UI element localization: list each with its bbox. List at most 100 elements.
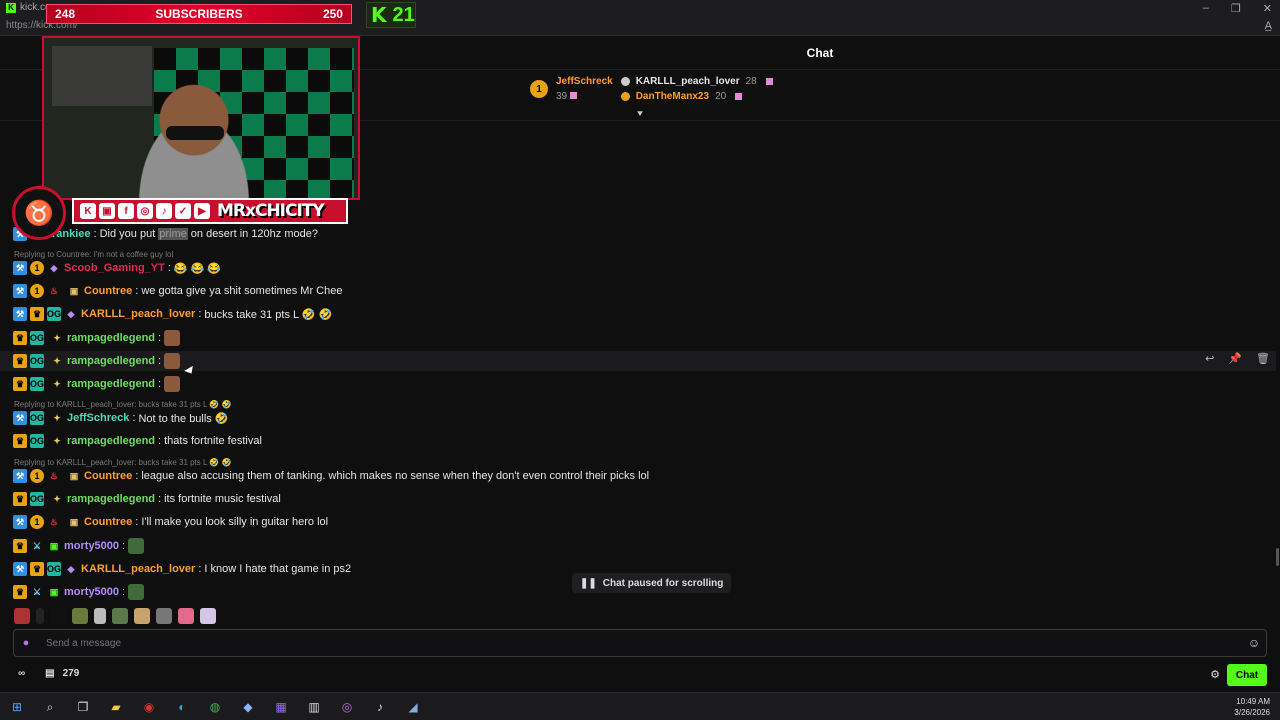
gift-badge-icon: ✦ bbox=[53, 493, 61, 504]
gift-badge-icon: ✦ bbox=[53, 332, 61, 343]
username[interactable]: morty5000 bbox=[64, 540, 119, 552]
windows-start-icon[interactable]: ⊞ bbox=[6, 697, 28, 717]
task-view-icon[interactable]: ❐ bbox=[72, 697, 94, 717]
gem-badge-icon: ◆ bbox=[50, 262, 58, 273]
message-input[interactable] bbox=[38, 637, 1242, 649]
username[interactable]: JeffSchreck bbox=[67, 412, 129, 424]
twitch-icon: ▣ bbox=[99, 203, 115, 219]
emote-icon[interactable] bbox=[200, 608, 216, 624]
emote-icon[interactable] bbox=[156, 608, 172, 624]
send-chat-button[interactable]: Chat bbox=[1227, 664, 1267, 686]
tiktok-taskbar-icon[interactable]: ♪ bbox=[369, 697, 391, 717]
search-icon[interactable]: ⌕ bbox=[39, 697, 61, 717]
viewer-count-group[interactable]: ▤ 279 bbox=[45, 668, 79, 679]
emote-icon[interactable] bbox=[128, 538, 145, 554]
emote-icon[interactable] bbox=[164, 353, 181, 369]
chat-paused-banner[interactable]: ❚❚ Chat paused for scrolling bbox=[572, 573, 732, 593]
username[interactable]: Countree bbox=[84, 285, 132, 297]
leader-top-count: 39 bbox=[556, 91, 568, 102]
username[interactable]: morty5000 bbox=[64, 586, 119, 598]
message-text: its fortnite music festival bbox=[164, 493, 281, 505]
emote-icon[interactable] bbox=[134, 608, 150, 624]
gift-badge-icon: ▣ bbox=[49, 586, 59, 597]
og-badge-icon: OG bbox=[30, 434, 45, 448]
delete-icon[interactable]: 🗑 bbox=[1256, 352, 1270, 365]
voice-icon[interactable]: ● bbox=[14, 637, 38, 649]
emote-icon[interactable] bbox=[72, 608, 88, 624]
kick-counter: K 21 bbox=[366, 2, 416, 28]
og-badge-icon: OG bbox=[30, 354, 45, 368]
subs-goal: 250 bbox=[322, 7, 343, 21]
username[interactable]: KARLLL_peach_lover bbox=[81, 308, 195, 320]
username[interactable]: KARLLL_peach_lover bbox=[81, 563, 195, 575]
app-icon[interactable]: ◢ bbox=[402, 697, 424, 717]
gift-badge-icon: ▣ bbox=[69, 285, 79, 296]
fire-badge-icon: ♨ bbox=[49, 285, 59, 296]
chat-message: ⚒ ♛ OG ◆ KARLLL_peach_lover: bucks take … bbox=[13, 304, 332, 324]
facebook-icon: f bbox=[118, 203, 134, 219]
app-icon[interactable]: ▥ bbox=[303, 697, 325, 717]
close-icon[interactable]: ✕ bbox=[1263, 2, 1272, 15]
leader-third-name[interactable]: DanTheManx23 bbox=[636, 91, 709, 102]
chat-message: ⚒ 1 ♨ ▣ Countree: I'll make you look sil… bbox=[13, 512, 328, 532]
username[interactable]: rampagedlegend bbox=[67, 332, 155, 344]
fire-badge-icon: ♨ bbox=[49, 516, 59, 527]
pin-icon[interactable]: 📌 bbox=[1228, 352, 1242, 365]
emote-icon[interactable] bbox=[36, 608, 44, 624]
emoji-picker-icon[interactable]: ☺ bbox=[1242, 636, 1266, 650]
restore-icon[interactable]: ❐ bbox=[1231, 2, 1241, 15]
scrollbar-thumb[interactable] bbox=[1276, 548, 1279, 566]
emote-icon[interactable] bbox=[14, 608, 30, 624]
username[interactable]: Countree bbox=[84, 516, 132, 528]
moderator-badge-icon: ⚒ bbox=[13, 261, 27, 275]
gift-badge-icon: ✦ bbox=[53, 355, 61, 366]
gift-badge-icon: ▣ bbox=[69, 470, 79, 481]
chat-message: ⚒ OG ✦ JeffSchreck: Not to the bulls 🤣 bbox=[13, 408, 229, 428]
sword-badge-icon: ⚔ bbox=[32, 586, 42, 597]
message-text: on desert in 120hz mode? bbox=[190, 228, 318, 240]
gift-icon bbox=[570, 92, 578, 99]
windows-taskbar: ⊞ ⌕ ❐ ▰ ◉ ◐ ◍ ◆ ▦ ▥ ◎ ♪ ◢ 10:49 AM 3/26/… bbox=[0, 692, 1280, 720]
emote-icon[interactable] bbox=[164, 330, 181, 346]
app-icon[interactable]: ◉ bbox=[138, 697, 160, 717]
app-icon[interactable]: ◆ bbox=[237, 697, 259, 717]
emote-icon[interactable] bbox=[164, 376, 181, 392]
reply-icon[interactable]: ↩ bbox=[1205, 352, 1214, 365]
subs-label: SUBSCRIBERS bbox=[155, 7, 243, 21]
emote-icon[interactable] bbox=[178, 608, 194, 624]
obs-icon[interactable]: ◎ bbox=[336, 697, 358, 717]
og-badge-icon: OG bbox=[47, 562, 62, 576]
edge-icon[interactable]: ◐ bbox=[171, 697, 193, 717]
crown-badge-icon: ♛ bbox=[13, 585, 27, 599]
moderator-badge-icon: ⚒ bbox=[13, 469, 27, 483]
rank-badge: 1 bbox=[530, 80, 548, 98]
og-badge-icon: OG bbox=[47, 307, 62, 321]
emote-icon[interactable] bbox=[50, 608, 66, 624]
pause-icon: ❚❚ bbox=[580, 577, 597, 589]
file-explorer-icon[interactable]: ▰ bbox=[105, 697, 127, 717]
system-clock[interactable]: 10:49 AM 3/26/2026 bbox=[1234, 696, 1270, 718]
gift-badge-icon: ✦ bbox=[53, 435, 61, 446]
chest-icon: ▤ bbox=[45, 668, 55, 679]
gift-badge-icon: ▣ bbox=[69, 516, 79, 527]
sword-badge-icon: ⚔ bbox=[32, 540, 42, 551]
leader-second-name[interactable]: KARLLL_peach_lover bbox=[636, 76, 740, 87]
username[interactable]: rampagedlegend bbox=[67, 493, 155, 505]
hidden-word[interactable]: prime bbox=[158, 228, 188, 240]
leader-top-name[interactable]: JeffSchreck bbox=[556, 76, 613, 87]
settings-gear-icon[interactable]: ⚙ bbox=[1210, 668, 1220, 681]
username[interactable]: Countree bbox=[84, 470, 132, 482]
collapse-leaderboard-icon[interactable]: ⯆ bbox=[634, 110, 646, 120]
username[interactable]: Scoob_Gaming_YT bbox=[64, 262, 165, 274]
chrome-icon[interactable]: ◍ bbox=[204, 697, 226, 717]
username[interactable]: rampagedlegend bbox=[67, 435, 155, 447]
username[interactable]: rampagedlegend bbox=[67, 355, 155, 367]
reader-mode-icon[interactable]: A̲ bbox=[1265, 20, 1272, 32]
username[interactable]: rampagedlegend bbox=[67, 378, 155, 390]
gift-points-icon[interactable]: ∞ bbox=[18, 668, 25, 679]
emote-icon[interactable] bbox=[128, 584, 145, 600]
minimize-icon[interactable]: – bbox=[1203, 2, 1209, 15]
app-icon[interactable]: ▦ bbox=[270, 697, 292, 717]
emote-icon[interactable] bbox=[94, 608, 106, 624]
emote-icon[interactable] bbox=[112, 608, 128, 624]
